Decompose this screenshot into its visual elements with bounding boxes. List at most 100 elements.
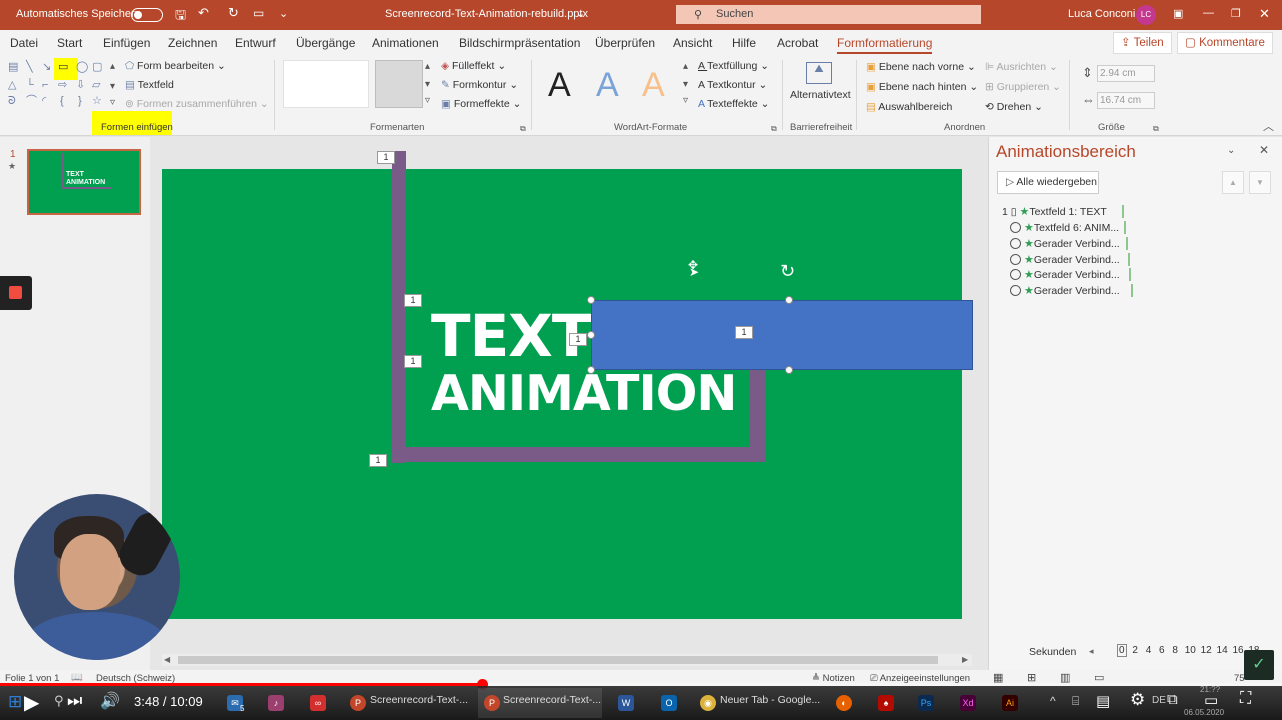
- scroll-right-icon[interactable]: ▶: [962, 655, 968, 664]
- more-shapes-icon[interactable]: ▿: [110, 98, 115, 108]
- scroll-down-icon[interactable]: ▾: [683, 80, 688, 90]
- windows-start-icon[interactable]: ⊞: [8, 692, 22, 712]
- scroll-up-icon[interactable]: ▴: [425, 62, 430, 72]
- scroll-up-icon[interactable]: ▴: [110, 62, 115, 72]
- connector-line-vertical-right[interactable]: [750, 365, 765, 462]
- tab-formformatierung[interactable]: Formformatierung: [837, 36, 933, 54]
- timing-bar[interactable]: [1129, 268, 1131, 281]
- animation-tag[interactable]: 1: [369, 454, 387, 467]
- slide-thumbnail[interactable]: TEXT ANIMATION: [27, 149, 141, 215]
- taskbar-ppt-1[interactable]: Screenrecord-Text-...: [370, 694, 468, 706]
- timing-bar[interactable]: [1122, 205, 1124, 218]
- word-icon[interactable]: W: [618, 695, 634, 711]
- outlook-icon[interactable]: O: [661, 695, 677, 711]
- zoom-timeline-left-icon[interactable]: ◂: [1089, 646, 1094, 657]
- undo-icon[interactable]: ↶: [198, 5, 209, 21]
- tab-acrobat[interactable]: Acrobat: [777, 36, 818, 50]
- rotate-handle-icon[interactable]: ↻: [780, 261, 795, 282]
- illustrator-icon[interactable]: Ai: [1002, 695, 1018, 711]
- scroll-down-icon[interactable]: ▾: [110, 82, 115, 92]
- more-styles-icon[interactable]: ▿: [425, 96, 430, 106]
- connector-line-vertical-left[interactable]: [392, 151, 406, 463]
- shape-line-icon[interactable]: ╲: [26, 62, 33, 73]
- slide-text-text[interactable]: TEXT: [431, 306, 591, 366]
- tab-hilfe[interactable]: Hilfe: [732, 36, 756, 50]
- more-wordart-icon[interactable]: ▿: [683, 96, 688, 106]
- shape-rectangle-icon[interactable]: ▭: [58, 62, 68, 73]
- tab-entwurf[interactable]: Entwurf: [235, 36, 276, 50]
- taskbar-ppt-2[interactable]: Screenrecord-Text-...: [503, 694, 601, 706]
- powerpoint-icon[interactable]: P: [484, 695, 500, 711]
- timing-bar[interactable]: [1124, 221, 1126, 234]
- shape-rounded-rect-icon[interactable]: ▢: [92, 62, 102, 73]
- timing-bar[interactable]: [1128, 253, 1130, 266]
- comments-button[interactable]: ▢ Kommentare: [1177, 32, 1273, 54]
- animation-list-item[interactable]: ★Gerader Verbind...: [1010, 284, 1120, 297]
- fullscreen-icon[interactable]: ⛶: [1240, 690, 1251, 708]
- checkmark-icon[interactable]: ✓: [1244, 650, 1274, 680]
- avatar[interactable]: LC: [1136, 5, 1156, 25]
- scroll-up-icon[interactable]: ▴: [683, 62, 688, 72]
- animation-tag[interactable]: 1: [404, 355, 422, 368]
- tab-bildschirmpraesentation[interactable]: Bildschirmpräsentation: [459, 36, 580, 50]
- tab-uebergaenge[interactable]: Übergänge: [296, 36, 355, 50]
- form-bearbeiten-button[interactable]: ⬠ Form bearbeiten ⌄: [125, 60, 226, 72]
- creative-cloud-icon[interactable]: ∞: [310, 695, 326, 711]
- formkontur-button[interactable]: ✎ Formkontur ⌄: [441, 79, 518, 91]
- customize-icon[interactable]: ⌄: [279, 7, 288, 20]
- tab-datei[interactable]: Datei: [10, 36, 38, 50]
- width-input[interactable]: 16.74 cm: [1097, 92, 1155, 109]
- animation-list-item[interactable]: ★Gerader Verbind...: [1010, 253, 1120, 266]
- resize-handle[interactable]: [587, 296, 595, 304]
- resize-handle[interactable]: [785, 296, 793, 304]
- drehen-button[interactable]: ⟲ Drehen ⌄: [985, 101, 1043, 113]
- slide-text-animation[interactable]: ANIMATION: [431, 366, 737, 422]
- scrollbar-thumb[interactable]: [178, 656, 938, 664]
- tab-einfuegen[interactable]: Einfügen: [103, 36, 150, 50]
- connector-line-bottom[interactable]: [392, 447, 764, 462]
- horizontal-scrollbar[interactable]: ◀ ▶: [162, 654, 972, 666]
- collapse-ribbon-icon[interactable]: ︿: [1263, 122, 1274, 133]
- textfeld-button[interactable]: ▤ Textfeld: [125, 79, 174, 91]
- chevron-down-icon[interactable]: ⌄: [576, 7, 585, 20]
- settings-gear-icon[interactable]: ⚙: [1130, 690, 1145, 710]
- restore-icon[interactable]: ❐: [1231, 7, 1241, 20]
- formen-zusammenfuehren-button[interactable]: ⊚ Formen zusammenführen ⌄: [125, 98, 269, 110]
- move-down-button[interactable]: ▼: [1249, 171, 1271, 194]
- shape-star-icon[interactable]: ☆: [92, 96, 102, 107]
- itunes-icon[interactable]: ♪: [268, 695, 284, 711]
- move-up-button[interactable]: ▲: [1222, 171, 1244, 194]
- animation-tag[interactable]: 1: [404, 294, 422, 307]
- animation-tag[interactable]: 1: [569, 333, 587, 346]
- shape-textbox-icon[interactable]: ▤: [8, 62, 18, 73]
- textkontur-button[interactable]: A Textkontur ⌄: [698, 79, 767, 91]
- present-icon[interactable]: ▭: [253, 6, 264, 20]
- shape-elbow-icon[interactable]: └: [26, 80, 34, 91]
- language-tray[interactable]: DE: [1152, 695, 1166, 706]
- dialog-launcher-icon[interactable]: ⧉: [1153, 124, 1159, 134]
- dialog-launcher-icon[interactable]: ⧉: [520, 124, 526, 134]
- ebene-nach-hinten-button[interactable]: ▣ Ebene nach hinten ⌄: [866, 81, 978, 93]
- chrome-icon[interactable]: ◉: [700, 695, 716, 711]
- close-icon[interactable]: ✕: [1259, 6, 1270, 22]
- shape-arrow-line-icon[interactable]: ↘: [42, 62, 51, 73]
- shape-brace-left-icon[interactable]: {: [60, 96, 64, 107]
- alternativtext-button[interactable]: Alternativtext: [790, 89, 851, 101]
- ribbon-display-icon[interactable]: ▣: [1173, 7, 1183, 20]
- animation-list-item[interactable]: ★Gerader Verbind...: [1010, 268, 1120, 281]
- shape-arc-icon[interactable]: ◜: [42, 96, 46, 107]
- shape-style-1[interactable]: [283, 60, 369, 108]
- acrobat-icon[interactable]: ♠: [878, 695, 894, 711]
- tab-ansicht[interactable]: Ansicht: [673, 36, 712, 50]
- animation-tag[interactable]: 1: [735, 326, 753, 339]
- resize-handle[interactable]: [587, 331, 595, 339]
- powerpoint-icon[interactable]: P: [350, 695, 366, 711]
- shape-freeform-icon[interactable]: ⌒: [26, 96, 37, 107]
- redo-icon[interactable]: ↻: [228, 5, 239, 21]
- minimize-icon[interactable]: —: [1203, 7, 1214, 19]
- tray-arrow-icon[interactable]: ^: [1050, 694, 1056, 708]
- dialog-launcher-icon[interactable]: ⧉: [771, 124, 777, 134]
- tab-animationen[interactable]: Animationen: [372, 36, 439, 50]
- pane-options-icon[interactable]: ⌄: [1227, 145, 1235, 156]
- wordart-style-black[interactable]: A: [548, 66, 571, 105]
